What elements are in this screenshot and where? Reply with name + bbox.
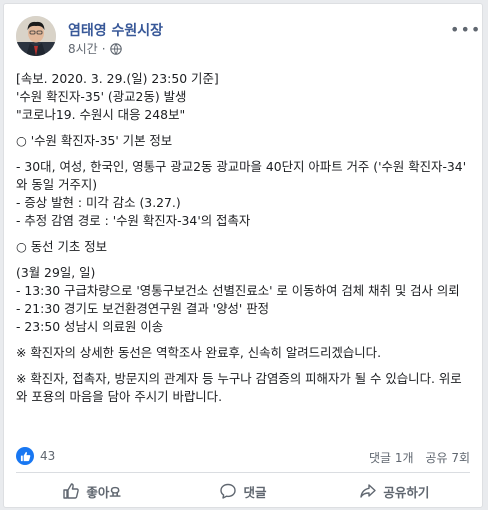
post-header: 염태영 수원시장 8시간 · •••: [16, 16, 480, 60]
post-paragraph: ○ 동선 기초 정보: [16, 239, 108, 254]
like-button[interactable]: 좋아요: [16, 476, 167, 506]
post-paragraph: - 13:30 구급차량으로 '영통구보건소 선별진료소' 로 이동하여 검체 …: [16, 283, 460, 298]
post-paragraph: - 추정 감염 경로 : '수원 확진자-34'의 접촉자: [16, 213, 251, 228]
engagement-stats: 댓글 1개 공유 7회: [361, 449, 470, 466]
post-paragraph: '수원 확진자-35' (광교2동) 발생: [16, 89, 187, 104]
post-paragraph: - 증상 발현 : 미각 감소 (3.27.): [16, 195, 181, 210]
more-icon[interactable]: •••: [450, 22, 480, 38]
post-paragraph: (3월 29일, 일): [16, 265, 96, 280]
divider: [16, 472, 470, 473]
author-avatar[interactable]: [16, 16, 56, 56]
reaction-bar: 43 댓글 1개 공유 7회: [16, 446, 470, 466]
post-paragraph: - 21:30 경기도 보건환경연구원 결과 '양성' 판정: [16, 301, 270, 316]
reaction-count[interactable]: 43: [40, 449, 55, 463]
share-count[interactable]: 공유 7회: [425, 451, 470, 465]
comment-count[interactable]: 댓글 1개: [369, 451, 414, 465]
comment-icon: [219, 482, 237, 500]
post-paragraph: ○ '수원 확진자-35' 기본 정보: [16, 133, 173, 148]
share-icon: [359, 482, 377, 500]
post-paragraph: - 23:50 성남시 의료원 이송: [16, 319, 164, 334]
post-meta: 8시간 ·: [68, 40, 122, 57]
post-paragraph: ※ 확진자, 접촉자, 방문지의 관계자 등 누구나 감염증의 피해자가 될 수…: [16, 371, 462, 404]
post-paragraph: "코로나19. 수원시 대응 248보": [16, 107, 186, 122]
post-paragraph: ※ 확진자의 상세한 동선은 역학조사 완료후, 신속히 알려드리겠습니다.: [16, 345, 382, 360]
post-card: 염태영 수원시장 8시간 · ••• [속보. 2020. 3. 29.(일) …: [3, 3, 483, 508]
post-paragraph: - 30대, 여성, 한국인, 영통구 광교2동 광교마을 40단지 아파트 거…: [16, 159, 471, 192]
post-text: [속보. 2020. 3. 29.(일) 23:50 기준] '수원 확진자-35…: [16, 70, 470, 406]
post-time[interactable]: 8시간: [68, 40, 98, 57]
post-paragraph: [속보. 2020. 3. 29.(일) 23:50 기준]: [16, 71, 219, 86]
action-bar: 좋아요 댓글 공유하기: [16, 476, 470, 506]
share-button[interactable]: 공유하기: [319, 476, 470, 506]
globe-icon[interactable]: [109, 42, 122, 55]
thumbs-up-icon[interactable]: [16, 447, 34, 465]
like-icon: [62, 482, 80, 500]
comment-label: 댓글: [243, 484, 267, 500]
like-label: 좋아요: [86, 484, 121, 500]
author-name[interactable]: 염태영 수원시장: [68, 20, 163, 40]
share-label: 공유하기: [383, 484, 430, 500]
comment-button[interactable]: 댓글: [167, 476, 318, 506]
